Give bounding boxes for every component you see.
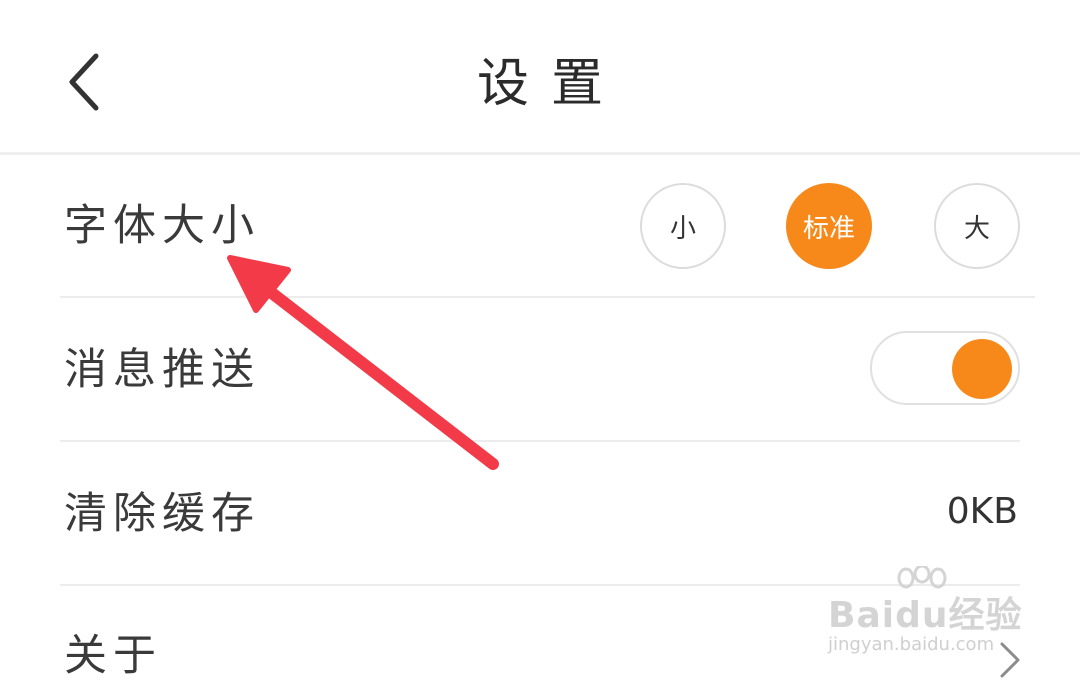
watermark-url: jingyan.baidu.com	[828, 634, 995, 655]
font-size-label: 字体大小	[64, 201, 260, 251]
about-label[interactable]: 关于	[64, 628, 162, 680]
header-divider	[0, 152, 1080, 155]
font-size-standard-option[interactable]: 标准	[786, 183, 872, 269]
watermark-brand: Baidu经验	[828, 595, 1023, 636]
header-bar: 设置	[0, 0, 1080, 152]
font-size-large-option[interactable]: 大	[934, 183, 1020, 269]
font-size-small-option[interactable]: 小	[640, 183, 726, 269]
push-notification-toggle[interactable]	[870, 331, 1020, 405]
page-title: 设置	[476, 54, 625, 114]
row-divider	[60, 440, 1020, 442]
cache-size-value: 0KB	[946, 491, 1018, 532]
clear-cache-label[interactable]: 清除缓存	[64, 486, 260, 542]
row-divider	[60, 296, 1035, 298]
push-notification-label: 消息推送	[64, 345, 260, 395]
baidu-watermark: Baidu经验 jingyan.baidu.com	[826, 566, 1026, 666]
toggle-knob	[952, 339, 1012, 399]
